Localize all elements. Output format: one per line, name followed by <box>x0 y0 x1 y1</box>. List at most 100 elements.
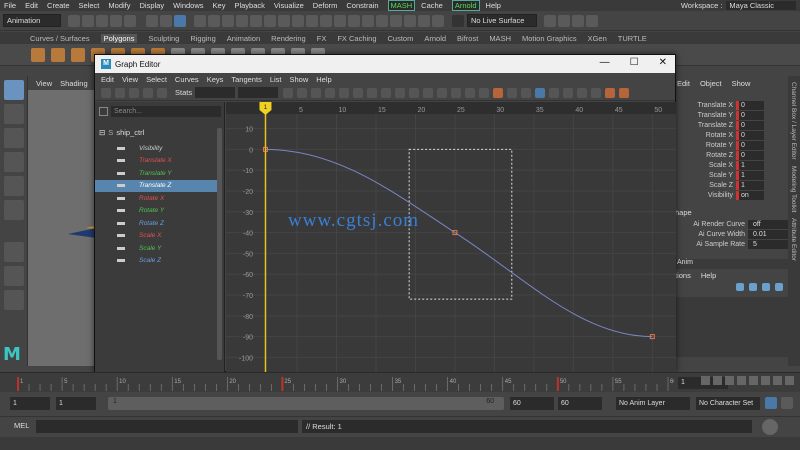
graph-view[interactable]: 5 10 15 20 25 30 35 40 45 50 10 0 -10 -20 -30 -40 -50 -60… <box>226 102 676 372</box>
search-input[interactable]: Search... <box>111 106 221 117</box>
channel-item[interactable]: Translate X <box>95 155 217 168</box>
attribute-editor-icon[interactable] <box>558 14 570 27</box>
shelf-tab-fx-caching[interactable]: FX Caching <box>337 34 376 43</box>
scale-tool-icon[interactable] <box>4 200 24 220</box>
channel-value[interactable]: 1 <box>736 170 764 180</box>
channel-item[interactable]: Scale Z <box>95 255 217 268</box>
channel-item[interactable]: Rotate X <box>95 192 217 205</box>
play-forwards-icon[interactable] <box>749 376 758 385</box>
ge-menu-keys[interactable]: Keys <box>207 75 224 84</box>
layer-selected-icon[interactable] <box>762 283 770 291</box>
snap-grid-icon[interactable] <box>194 14 206 27</box>
insert-key-icon[interactable] <box>115 87 125 98</box>
channel-value[interactable]: 0 <box>736 130 764 140</box>
snap-point-icon[interactable] <box>222 14 234 27</box>
channel-row[interactable]: Translate Y0 <box>673 110 800 120</box>
shelf-tab-motion-graphics[interactable]: Motion Graphics <box>522 34 577 43</box>
shelf-tab-mash[interactable]: MASH <box>489 34 511 43</box>
shelf-tab-fx[interactable]: FX <box>317 34 327 43</box>
layer-menu-item[interactable]: tions <box>675 271 691 280</box>
open-scene-icon[interactable] <box>82 14 94 27</box>
shelf-tab-animation[interactable]: Animation <box>227 34 260 43</box>
channel-item[interactable]: Scale Y <box>95 242 217 255</box>
play-backwards-icon[interactable] <box>737 376 746 385</box>
snap-icon[interactable] <box>521 87 532 98</box>
time-slider-track[interactable]: 151015202530354045505560 <box>14 373 674 393</box>
lattice-deform-icon[interactable] <box>129 87 139 98</box>
menu-edit[interactable]: Edit <box>25 1 38 10</box>
channel-menu-object[interactable]: Object <box>700 79 722 88</box>
maximize-icon[interactable]: ☐ <box>630 57 639 68</box>
retime-tool-icon[interactable] <box>157 87 167 98</box>
reflection-icon[interactable] <box>362 14 374 27</box>
animation-end-field[interactable]: 60 <box>558 397 602 410</box>
pre-infinity-icon[interactable] <box>563 87 574 98</box>
menu-arnold[interactable]: Arnold <box>451 0 480 11</box>
menu-modify[interactable]: Modify <box>108 1 130 10</box>
character-set-dropdown[interactable]: No Character Set <box>696 397 760 410</box>
unify-tangent-icon[interactable] <box>451 87 462 98</box>
channel-row[interactable]: Visibility on <box>673 190 800 200</box>
render-settings-icon[interactable] <box>432 14 444 27</box>
lasso-tool-icon[interactable] <box>4 104 24 124</box>
menu-mash[interactable]: MASH <box>387 0 416 11</box>
channel-row[interactable]: Translate X0 <box>673 100 800 110</box>
layout-single-icon[interactable] <box>4 242 24 262</box>
trax-icon[interactable] <box>605 87 616 98</box>
snap-view-icon[interactable] <box>236 14 248 27</box>
menu-key[interactable]: Key <box>213 1 226 10</box>
ge-menu-edit[interactable]: Edit <box>101 75 114 84</box>
channel-item[interactable]: Rotate Y <box>95 205 217 218</box>
shape-attr-row[interactable]: Ai Render Curve off <box>673 219 800 229</box>
channel-row[interactable]: Scale Y1 <box>673 170 800 180</box>
ge-menu-curves[interactable]: Curves <box>175 75 199 84</box>
poly-cylinder-icon[interactable] <box>71 47 85 62</box>
frame-playback-icon[interactable] <box>311 87 322 98</box>
menu-create[interactable]: Create <box>47 1 70 10</box>
shape-attr-row[interactable]: Ai Curve Width 0.01 <box>673 229 800 239</box>
menu-help[interactable]: Help <box>486 1 501 10</box>
channel-menu-show[interactable]: Show <box>732 79 751 88</box>
dope-sheet-icon[interactable] <box>591 87 602 98</box>
channel-row[interactable]: Translate Z0 <box>673 120 800 130</box>
channel-value[interactable]: 0 <box>736 150 764 160</box>
layer-options-icon[interactable] <box>775 283 783 291</box>
viewport-menu-shading[interactable]: Shading <box>60 79 88 88</box>
step-forward-key-icon[interactable] <box>773 376 782 385</box>
shelf-tab-rigging[interactable]: Rigging <box>190 34 215 43</box>
menu-display[interactable]: Display <box>140 1 165 10</box>
poly-sphere-icon[interactable] <box>31 47 45 62</box>
channel-row[interactable]: Scale X1 <box>673 160 800 170</box>
symmetry-icon[interactable] <box>320 14 332 27</box>
shape-attr-value[interactable]: 5 <box>748 239 792 249</box>
shelf-tab-turtle[interactable]: TURTLE <box>618 34 647 43</box>
poly-cube-icon[interactable] <box>51 47 65 62</box>
move-key-icon[interactable] <box>101 87 111 98</box>
channel-item[interactable]: Translate Z <box>95 179 217 192</box>
go-to-end-icon[interactable] <box>785 376 794 385</box>
shelf-tab-xgen[interactable]: XGen <box>588 34 607 43</box>
construction-icon[interactable] <box>376 14 388 27</box>
shelf-tab-sculpting[interactable]: Sculpting <box>148 34 179 43</box>
go-to-start-icon[interactable] <box>701 376 710 385</box>
layout-four-icon[interactable] <box>4 266 24 286</box>
menu-deform[interactable]: Deform <box>313 1 338 10</box>
pivot-icon[interactable] <box>334 14 346 27</box>
viewport-menu-view[interactable]: View <box>36 79 52 88</box>
script-mode-toggle[interactable]: MEL <box>14 421 29 430</box>
region-tool-icon[interactable] <box>143 87 153 98</box>
free-weight-icon[interactable] <box>465 87 476 98</box>
menu-cache[interactable]: Cache <box>421 1 443 10</box>
channel-value[interactable]: 0 <box>736 140 764 150</box>
channel-value[interactable]: on <box>736 190 764 200</box>
tool-settings-icon[interactable] <box>572 14 584 27</box>
curve-graph[interactable]: 5 10 15 20 25 30 35 40 45 50 10 0 -10 -20 -30 -40 -50 -60… <box>226 102 676 372</box>
timeline-key-marker[interactable] <box>556 377 559 391</box>
channel-row[interactable]: Rotate Y0 <box>673 140 800 150</box>
menu-select[interactable]: Select <box>79 1 100 10</box>
plateau-tangent-icon[interactable] <box>423 87 434 98</box>
channel-value[interactable]: 1 <box>736 160 764 170</box>
shelf-tab-curves-surfaces[interactable]: Curves / Surfaces <box>30 34 90 43</box>
render-view-icon[interactable] <box>390 14 402 27</box>
region-select-box[interactable] <box>408 148 513 300</box>
